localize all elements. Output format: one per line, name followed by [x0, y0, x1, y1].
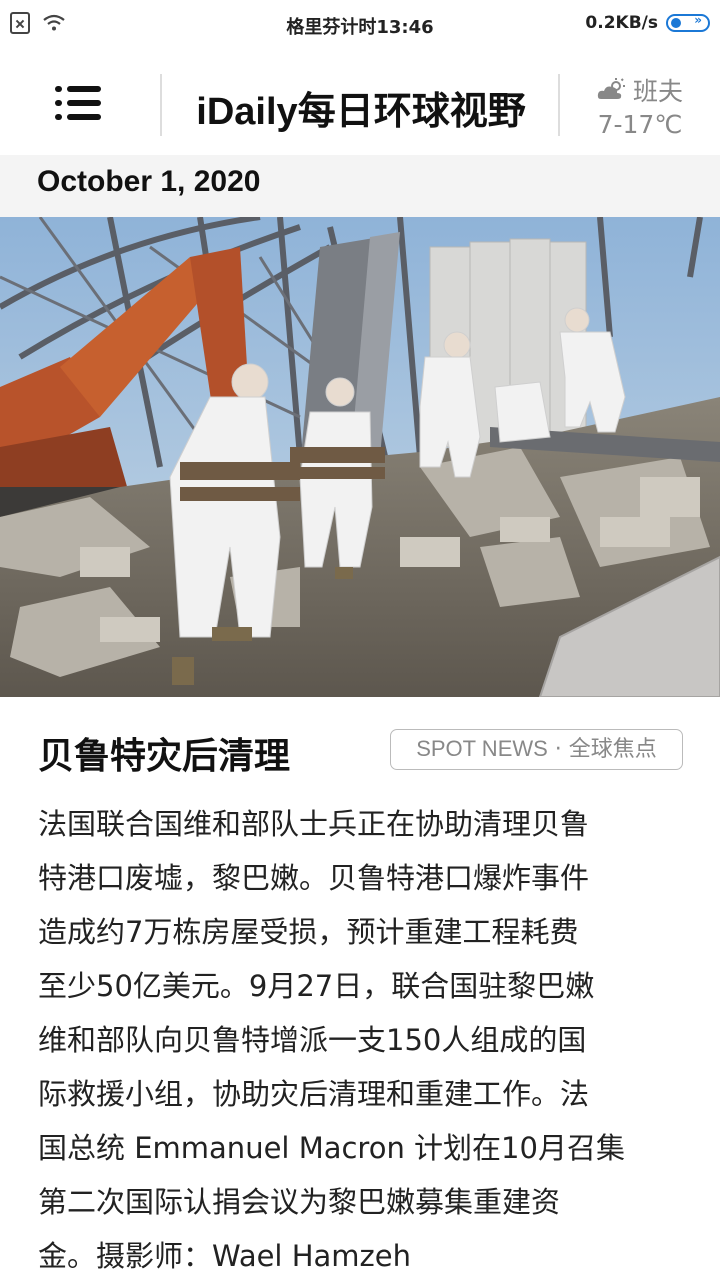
body-line: 国总统 Emmanuel Macron 计划在10月召集 [38, 1131, 625, 1165]
brand-cn: 每日环球视野 [297, 88, 526, 133]
category-cn: 全球焦点 [568, 737, 657, 762]
brand-logo: iDaily每日环球视野 [163, 80, 559, 135]
body-line: 第二次国际认捐会议为黎巴嫩募集重建资 [38, 1185, 561, 1219]
status-bar: 格里芬计时13:46 0.2KB/s » [0, 0, 720, 50]
body-line: 维和部队向贝鲁特增派一支150人组成的国 [38, 1023, 587, 1057]
category-en: SPOT NEWS [416, 736, 548, 761]
photo-illustration [0, 217, 720, 697]
network-speed: 0.2KB/s [585, 13, 658, 33]
weather-widget[interactable]: 班夫 7-17℃ [580, 72, 700, 139]
category-sep: · [547, 737, 569, 762]
weather-city: 班夫 [632, 77, 683, 106]
body-line: 特港口废墟，黎巴嫩。贝鲁特港口爆炸事件 [38, 861, 590, 895]
header-divider-right [558, 74, 560, 136]
brand-en: iDaily [196, 91, 298, 133]
battery-label: » [694, 13, 702, 27]
date-band: October 1, 2020 [0, 155, 720, 217]
wifi-icon [43, 14, 65, 31]
body-line: 际救援小组，协助灾后清理和重建工作。法 [38, 1077, 590, 1111]
status-left [10, 12, 66, 34]
weather-temp: 7-17℃ [597, 110, 683, 139]
category-badge[interactable]: SPOT NEWS · 全球焦点 [390, 729, 683, 770]
menu-button[interactable] [55, 86, 105, 126]
partly-cloudy-icon [597, 78, 625, 99]
issue-date: October 1, 2020 [37, 165, 261, 198]
body-line: 至少50亿美元。9月27日，联合国驻黎巴嫩 [38, 969, 595, 1003]
article-photo[interactable] [0, 217, 720, 697]
article: 贝鲁特灾后清理 SPOT NEWS · 全球焦点 法国联合国维和部队士兵正在协助… [0, 697, 720, 1280]
app-header: iDaily每日环球视野 班夫 7-17℃ [0, 50, 720, 155]
article-title: 贝鲁特灾后清理 [38, 736, 291, 777]
body-line: 造成约7万栋房屋受损，预计重建工程耗费 [38, 915, 579, 949]
status-right: 0.2KB/s » [585, 13, 710, 33]
body-line: 法国联合国维和部队士兵正在协助清理贝鲁 [38, 807, 590, 841]
header-divider-left [160, 74, 162, 136]
article-body: 法国联合国维和部队士兵正在协助清理贝鲁 特港口废墟，黎巴嫩。贝鲁特港口爆炸事件 … [38, 797, 686, 1280]
battery-icon: » [666, 13, 710, 32]
no-sim-icon [10, 12, 30, 34]
body-line: 金。摄影师：Wael Hamzeh [38, 1239, 411, 1273]
